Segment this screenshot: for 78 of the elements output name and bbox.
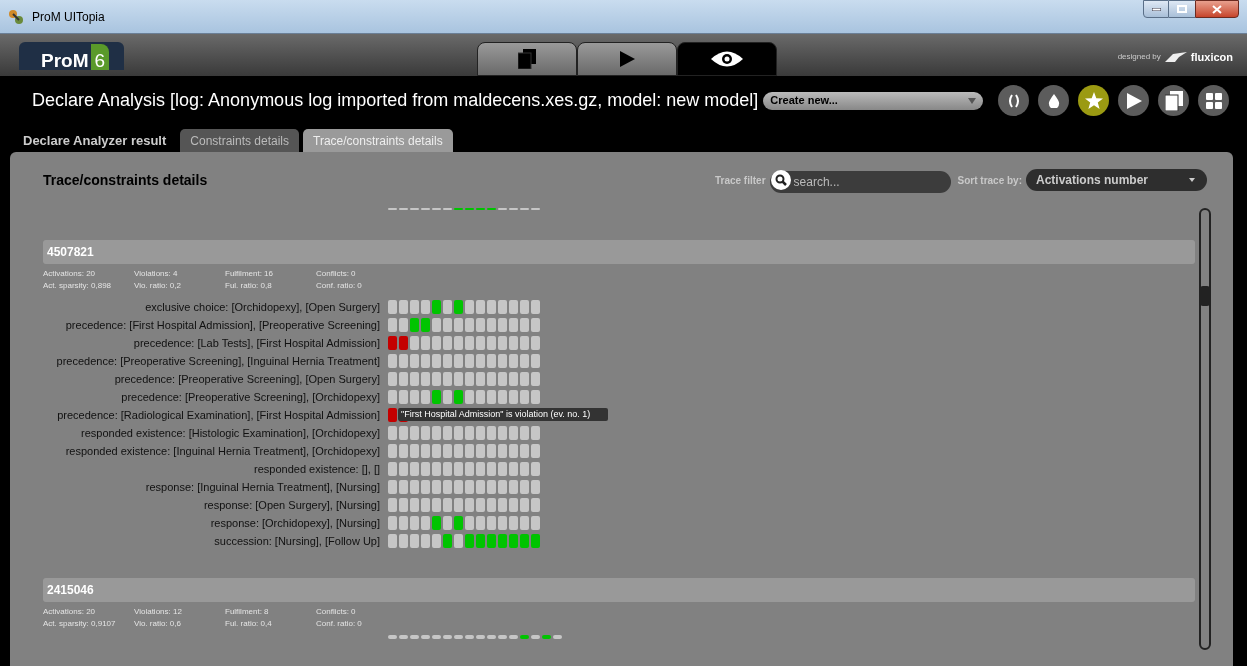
trace-stat: Vio. ratio: 0,6 <box>134 618 182 630</box>
toolbar-button[interactable] <box>998 85 1029 116</box>
trace-stat: Vio. ratio: 0,2 <box>134 280 182 292</box>
constraint-label: precedence: [Preoperative Screening], [Orchidopexy] <box>120 389 380 405</box>
constraint-label: precedence: [Lab Tests], [First Hospital Admission] <box>132 335 380 351</box>
constraint-label: responded existence: [Histologic Examination], [Orchidopexy] <box>80 425 380 441</box>
view-title: Declare Analysis [log: Anonymous log imported from maldecens.xes.gz, model: new model] <box>32 89 759 112</box>
toolbar-button[interactable] <box>1078 85 1109 116</box>
trace-stat: Conflicts: 0 <box>316 268 357 280</box>
trace-stat: Act. sparsity: 0,898 <box>43 280 113 292</box>
trace-id: 2415046 <box>47 582 94 599</box>
toolbar-button[interactable] <box>1118 85 1149 116</box>
filter-label: Trace filter <box>714 173 766 188</box>
star-icon <box>1084 91 1103 110</box>
sort-label: Sort trace by: <box>957 173 1022 188</box>
play-icon <box>1124 91 1143 110</box>
constraint-label: responded existence: [], [] <box>253 461 380 477</box>
result-label: Declare Analyzer result <box>23 131 167 150</box>
trace-stat: Conflicts: 0 <box>316 606 357 618</box>
drop-icon <box>1047 93 1060 108</box>
constraint-label: succession: [Nursing], [Follow Up] <box>213 533 380 549</box>
toolbar-button[interactable] <box>1158 85 1189 116</box>
trace-stat: Violations: 12 <box>134 606 183 618</box>
scrollbar[interactable] <box>1199 208 1211 650</box>
trace-stat: Fulfilment: 8 <box>225 606 270 618</box>
files-icon <box>518 49 536 69</box>
constraint-label: response: [Orchidopexy], [Nursing] <box>209 515 380 531</box>
constraint-label: responded existence: [Inguinal Hernia Treatment], [Orchidopexy] <box>64 443 380 459</box>
caret-icon <box>1189 178 1195 182</box>
close-icon <box>1212 4 1222 14</box>
constraint-label: precedence: [Preoperative Screening], [Open Surgery] <box>113 371 380 387</box>
app-icon <box>8 8 24 25</box>
create-dropdown[interactable]: Create new... <box>763 91 984 110</box>
trace-stat: Violations: 4 <box>134 268 179 280</box>
files-icon <box>1164 90 1183 111</box>
trace-stat: Ful. ratio: 0,8 <box>225 280 273 292</box>
designed-by-text: designed by <box>1117 51 1161 64</box>
constraint-label: precedence: [First Hospital Admission], [Preoperative Screening] <box>64 317 380 333</box>
trace-stat: Ful. ratio: 0,4 <box>225 618 273 630</box>
perspective-tab[interactable] <box>477 42 577 76</box>
scrollbar-thumb[interactable] <box>1200 286 1210 306</box>
search-icon <box>774 174 787 186</box>
minimize-icon <box>1151 7 1161 11</box>
logo-version: 6 <box>90 44 110 70</box>
sort-dropdown[interactable]: Activations number <box>1026 169 1207 191</box>
trace-id: 4507821 <box>47 244 94 261</box>
maximize-icon <box>1177 5 1187 13</box>
eye-icon <box>710 50 744 68</box>
constraint-label: exclusive choice: [Orchidopexy], [Open Surgery] <box>144 299 380 315</box>
trace-stat: Fulfilment: 16 <box>225 268 275 280</box>
trace-stat: Activations: 20 <box>43 268 97 280</box>
grid-icon <box>1205 92 1222 109</box>
trace-stat: Activations: 20 <box>43 606 97 618</box>
trace-stat: Act. sparsity: 0,9107 <box>43 618 117 630</box>
constraint-label: response: [Inguinal Hernia Treatment], [Nursing] <box>144 479 380 495</box>
toolbar-button[interactable] <box>1198 85 1229 116</box>
constraint-label: response: [Open Surgery], [Nursing] <box>202 497 380 513</box>
constraint-label: precedence: [Preoperative Screening], [Inguinal Hernia Treatment] <box>55 353 380 369</box>
tooltip: "First Hospital Admission" is violation (ev. no. 1) <box>398 408 608 421</box>
bird-icon <box>1164 52 1187 63</box>
constraint-label: precedence: [Radiological Examination], [First Hospital Admission] <box>56 407 380 423</box>
perspective-tab[interactable] <box>577 42 677 76</box>
perspective-tab[interactable] <box>677 42 777 76</box>
maximize-button[interactable] <box>1169 0 1195 18</box>
caret-icon <box>968 97 977 104</box>
panel-title: Trace/constraints details <box>43 170 208 190</box>
brackets-icon <box>1006 93 1021 108</box>
logo-text: ProM <box>41 51 89 70</box>
search-field[interactable]: search... <box>769 171 951 193</box>
trace-stat: Conf. ratio: 0 <box>316 618 363 630</box>
close-button[interactable] <box>1195 0 1239 18</box>
trace-stat: Conf. ratio: 0 <box>316 280 363 292</box>
brand-name: fluxicon <box>1190 50 1233 65</box>
window-title: ProM UITopia <box>32 8 105 26</box>
minimize-button[interactable] <box>1143 0 1169 18</box>
toolbar-button[interactable] <box>1038 85 1069 116</box>
play-icon <box>618 50 636 68</box>
tab[interactable]: Constraints details <box>180 129 300 152</box>
